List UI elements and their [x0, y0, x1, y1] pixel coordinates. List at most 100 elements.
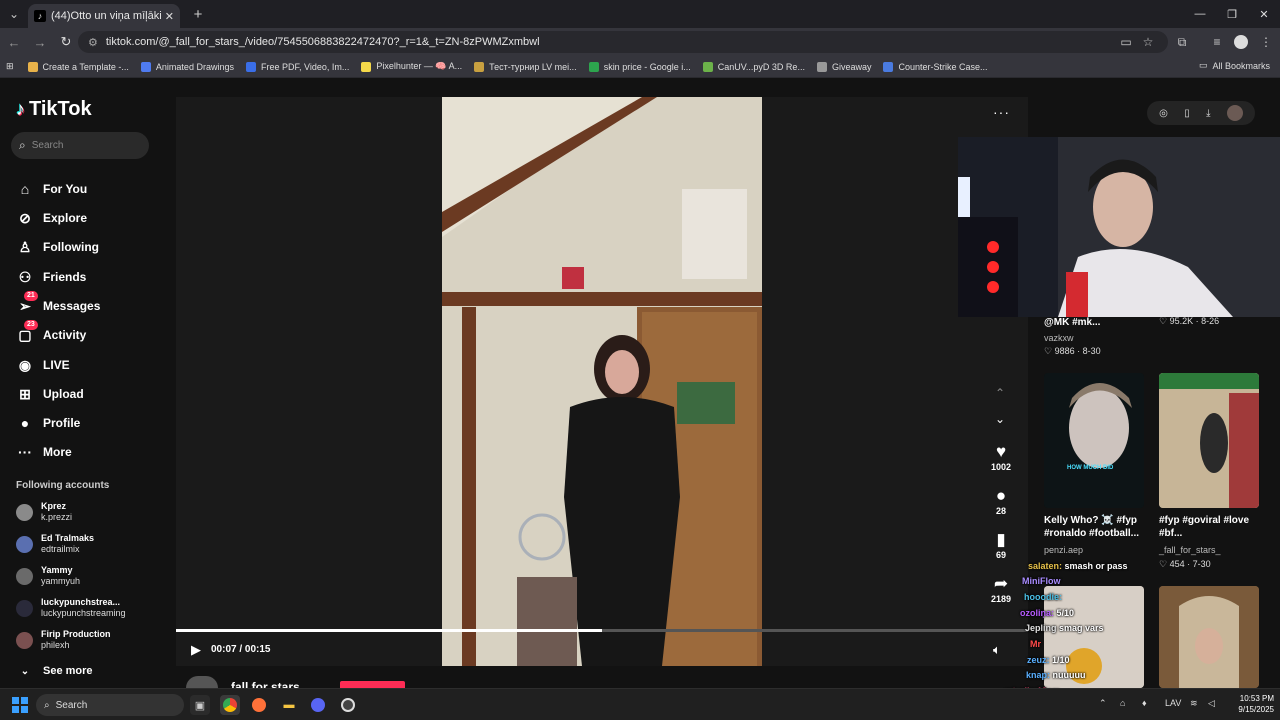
related-item1-title[interactable]: @MK #mk... — [1044, 316, 1100, 329]
new-tab-button[interactable]: + — [186, 6, 210, 23]
menu-icon[interactable]: ⋮ — [1254, 30, 1278, 54]
play-icon[interactable]: ▶ — [191, 642, 201, 658]
profile-avatar-icon[interactable] — [1229, 30, 1253, 54]
download-icon[interactable]: ⤓ — [1206, 108, 1210, 119]
bookmark-item[interactable]: Тест-турнир LV mei... — [474, 61, 577, 72]
nav-item-profile[interactable]: ● Profile — [16, 412, 81, 434]
nav-item-messages[interactable]: ➢ 21 Messages — [16, 291, 100, 317]
related-item4-thumbnail[interactable] — [1159, 373, 1259, 508]
apps-icon[interactable]: ⊞ — [6, 61, 14, 72]
video-player[interactable] — [442, 97, 762, 666]
follow-button[interactable] — [340, 681, 405, 688]
bookmark-button[interactable]: ▮ 69 — [984, 530, 1018, 560]
tab-list-icon[interactable]: ⌄ — [0, 0, 28, 28]
following-account[interactable]: Kprez k.prezzi — [16, 501, 72, 523]
following-account[interactable]: Ed Tralmaks edtrailmix — [16, 533, 94, 555]
bookmark-item[interactable]: Pixelhunter — 🧠 A... — [361, 61, 462, 72]
minimize-icon[interactable]: — — [1184, 0, 1216, 28]
address-bar[interactable]: ⚙ tiktok.com/@_fall_for_stars_/video/754… — [78, 31, 1168, 53]
bookmark-item[interactable]: CanUV...pyD 3D Re... — [702, 61, 805, 72]
close-window-icon[interactable]: ✕ — [1248, 0, 1280, 28]
firefox-icon[interactable] — [249, 695, 269, 715]
more-icon: ··· — [18, 444, 32, 460]
taskbar-search[interactable]: ⌕ Search — [36, 694, 184, 716]
account-name: Ed Tralmaks — [41, 533, 95, 543]
restore-icon[interactable]: ❐ — [1216, 0, 1248, 28]
language-indicator[interactable]: LAV — [1165, 698, 1181, 708]
account-handle: edtrailmix — [41, 544, 80, 554]
related-item3-author[interactable]: penzi.aep — [1044, 545, 1083, 555]
obs-icon[interactable] — [338, 695, 358, 715]
clock-time: 10:53 PM — [1239, 694, 1274, 703]
chrome-icon[interactable] — [220, 695, 240, 715]
chevron-down-nav-icon[interactable]: ⌄ — [995, 412, 1005, 426]
windows-start-icon[interactable] — [12, 697, 28, 713]
bookmark-item[interactable]: skin price - Google i... — [588, 61, 691, 72]
back-icon[interactable]: ← — [2, 30, 26, 54]
forward-icon[interactable]: → — [28, 30, 52, 54]
discord-icon[interactable] — [308, 695, 328, 715]
browser-tab[interactable]: ♪ (44)Otto un viņa mīļākie apģērb ✕ — [28, 4, 180, 28]
share-button[interactable]: ➦ 2189 — [984, 574, 1018, 604]
related-item4-author[interactable]: _fall_for_stars_ — [1159, 545, 1221, 555]
reload-icon[interactable]: ↻ — [54, 30, 78, 54]
bookmark-item[interactable]: Giveaway — [816, 61, 871, 72]
related-item1-author[interactable]: vazkxw — [1044, 333, 1074, 343]
related-item4-title[interactable]: #fyp #goviral #love #bf... — [1159, 514, 1271, 540]
bookmark-label: CanUV...pyD 3D Re... — [717, 61, 805, 72]
all-bookmarks-button[interactable]: ▭ All Bookmarks — [1199, 60, 1270, 71]
close-tab-icon[interactable]: ✕ — [165, 10, 174, 23]
site-info-icon[interactable]: ⚙ — [88, 36, 98, 49]
extensions-icon[interactable]: ⧉ — [1170, 30, 1194, 54]
following-account[interactable]: Firip Production philexh — [16, 629, 111, 651]
nav-item-activity[interactable]: ▢ 23 Activity — [16, 320, 86, 346]
task-view-icon[interactable]: ▣ — [190, 695, 210, 715]
chat-user: knap: — [1026, 670, 1051, 680]
nav-item-friends[interactable]: ⚇ Friends — [16, 266, 87, 288]
related-item3-title[interactable]: Kelly Who? ☠️ #fyp #ronaldo #football... — [1044, 514, 1156, 540]
nav-item-explore[interactable]: ⊘ Explore — [16, 207, 87, 229]
system-clock[interactable]: 10:53 PM 9/15/2025 — [1230, 693, 1274, 715]
bookmark-item[interactable]: Animated Drawings — [140, 61, 234, 72]
file-explorer-icon[interactable]: ▬ — [279, 695, 299, 715]
following-account[interactable]: luckypunchstrea... luckypunchstreaming — [16, 597, 126, 619]
author-avatar[interactable] — [186, 676, 218, 688]
network-icon[interactable]: ⌂ — [1120, 698, 1125, 708]
related-item6-thumbnail[interactable] — [1159, 586, 1259, 688]
search-input[interactable]: ⌕ Search — [11, 132, 149, 159]
following-account[interactable]: Yammy yammyuh — [16, 565, 80, 587]
chevron-up-icon[interactable]: ⌃ — [995, 386, 1005, 400]
bookmark-star-icon[interactable]: ☆ — [1136, 30, 1160, 54]
comment-button[interactable]: ● 28 — [984, 486, 1018, 516]
nav-item-more[interactable]: ··· More — [16, 441, 72, 463]
nav-label: Following — [43, 240, 99, 254]
nav-item-for-you[interactable]: ⌂ For You — [16, 178, 87, 200]
bookmark-favicon-icon — [588, 61, 599, 72]
see-more-button[interactable]: ⌄ See more — [16, 660, 93, 682]
coin-icon[interactable]: ◎ — [1159, 108, 1168, 119]
media-icon[interactable]: ≡ — [1205, 30, 1229, 54]
user-avatar[interactable] — [1226, 105, 1243, 121]
nav-item-upload[interactable]: ⊞ Upload — [16, 383, 84, 405]
related-item3-thumbnail[interactable]: HOW MUCH DID — [1044, 373, 1144, 508]
bookmark-item[interactable]: Free PDF, Video, Im... — [245, 61, 349, 72]
nav-item-live[interactable]: ◉ LIVE — [16, 354, 70, 376]
video-progress-bar[interactable] — [176, 629, 1028, 632]
author-name[interactable]: fall for stars — [231, 680, 300, 688]
volume-icon[interactable]: 🔈︎ — [993, 642, 1001, 658]
volume-tray-icon[interactable]: ◁ — [1208, 698, 1215, 709]
device-icon[interactable]: ▯ — [1184, 108, 1190, 119]
mic-icon[interactable]: ♦ — [1142, 698, 1147, 708]
nav-label: LIVE — [43, 358, 70, 372]
tiktok-note-icon: ♪ — [16, 99, 25, 119]
heart-button[interactable]: ♥ 1002 — [984, 442, 1018, 472]
bookmark-favicon-icon — [361, 61, 372, 72]
cast-icon[interactable]: ▭ — [1114, 30, 1138, 54]
wifi-icon[interactable]: ≋ — [1190, 698, 1198, 709]
bookmark-item[interactable]: Counter-Strike Case... — [883, 61, 988, 72]
bookmark-item[interactable]: Create a Template -... — [27, 61, 129, 72]
more-options-icon[interactable]: ··· — [993, 104, 1010, 120]
tray-chevron-icon[interactable]: ⌃ — [1099, 698, 1107, 709]
tiktok-logo[interactable]: ♪ TikTok — [16, 98, 92, 121]
nav-item-following[interactable]: ♙ Following — [16, 236, 99, 258]
